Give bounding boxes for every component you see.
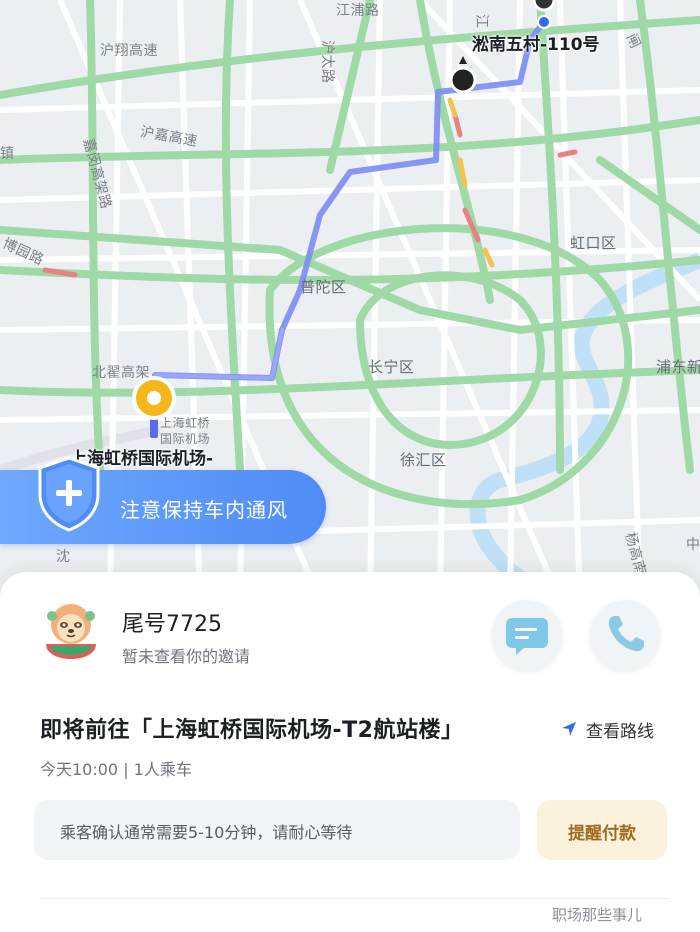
shield-plus-icon [38,456,100,532]
watermark: 职场那些事儿 [552,906,643,924]
driver-status: 暂未查看你的邀请 [122,647,251,666]
map-label-origin-poi: 上海虹桥 [160,416,211,430]
map-label-xuhui: 徐汇区 [400,451,447,469]
map-label-beizhai: 北翟高架 [92,365,150,381]
map-label-zhen: 镇 [0,146,15,162]
map-label-shen: 沈 [56,549,71,565]
driver-avatar [46,604,96,659]
message-button[interactable] [492,600,562,670]
view-route-label: 查看路线 [586,722,654,742]
map-label-hongkou: 虹口区 [570,234,617,252]
driver-plate: 尾号7725 [122,612,222,637]
trip-meta: 今天10:00 | 1人乘车 [40,760,192,779]
remind-payment-label: 提醒付款 [568,824,636,843]
divider [40,898,670,899]
destination-label: 淞南五村-110号 [472,35,600,55]
map-label-huyi: 沪翔高速 [100,43,158,59]
remind-payment-button[interactable]: 提醒付款 [537,800,667,860]
navigation-arrow-icon [562,722,576,736]
map-label-changning: 长宁区 [368,358,415,376]
map-label-huyu: 沪太路 [319,40,335,84]
map-label-zhongguo: 中 [686,537,700,553]
map-label-jiangwan: 江浦路 [336,3,380,19]
map-label-putuo: 普陀区 [300,278,347,296]
call-button[interactable] [590,600,660,670]
phone-icon [608,616,644,652]
chat-icon [506,618,548,655]
map-label-pudong: 浦东新 [656,358,700,376]
map-label-jiang: 江 [473,14,489,29]
wait-notice: 乘客确认通常需要5-10分钟，请耐心等待 [34,800,520,860]
trip-destination: 即将前往「上海虹桥国际机场-T2航站楼」 [40,718,464,743]
wait-notice-text: 乘客确认通常需要5-10分钟，请耐心等待 [60,823,353,842]
safety-message: 注意保持车内通风 [120,498,288,522]
